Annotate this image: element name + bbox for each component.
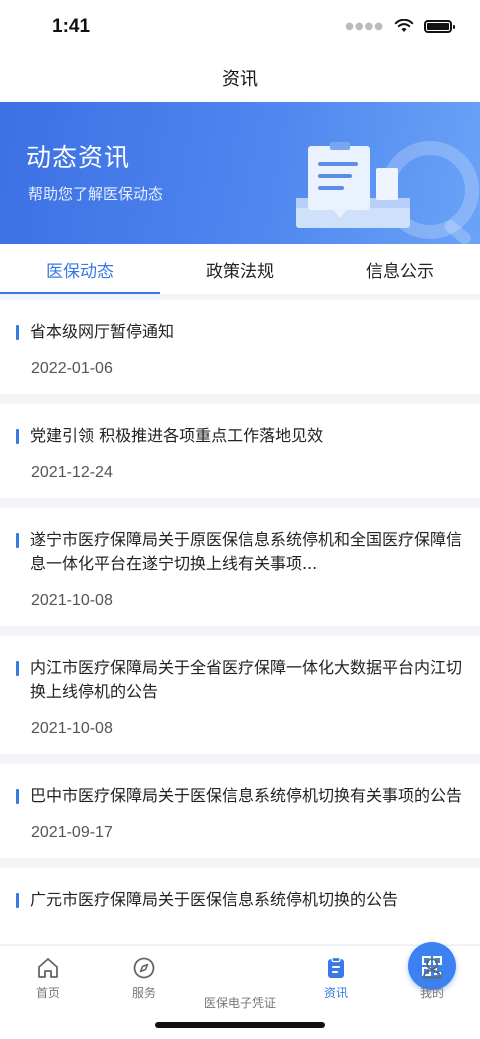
compass-icon (133, 957, 155, 979)
home-icon (38, 958, 58, 978)
tabbar-mine-label: 我的 (419, 986, 444, 1000)
status-time: 1:41 (52, 16, 91, 37)
news-title: 党建引领 积极推进各项重点工作落地见效 (16, 424, 464, 448)
tabbar-home-label: 首页 (35, 986, 60, 1000)
home-indicator (155, 1022, 325, 1028)
tabbar-mine[interactable]: 我的 (384, 956, 480, 1001)
news-date (16, 912, 464, 944)
document-icon (328, 956, 344, 978)
tabbar-news-label: 资讯 (323, 986, 348, 1000)
news-item[interactable]: 广元市医疗保障局关于医保信息系统停机切换的公告 (0, 868, 480, 944)
news-title: 遂宁市医疗保障局关于原医保信息系统停机和全国医疗保障信息一体化平台在遂宁切换上线… (16, 528, 464, 576)
category-tabs: 医保动态 政策法规 信息公示 (0, 244, 480, 294)
wifi-icon (394, 19, 414, 32)
status-icons: ●●●● (345, 19, 455, 33)
banner-subtitle: 帮助您了解医保动态 (28, 185, 164, 203)
news-item[interactable]: 省本级网厅暂停通知 2022-01-06 (0, 300, 480, 394)
news-item[interactable]: 党建引领 积极推进各项重点工作落地见效 2021-12-24 (0, 404, 480, 498)
signal-icon: ●●●● (345, 20, 384, 32)
news-date: 2021-12-24 (31, 464, 113, 481)
news-item[interactable]: 巴中市医疗保障局关于医保信息系统停机切换有关事项的公告 2021-09-17 (0, 764, 480, 858)
nav-bar: 资讯 (0, 54, 480, 102)
news-date: 2021-10-08 (31, 720, 113, 737)
banner-title: 动态资讯 (26, 143, 131, 172)
news-title: 省本级网厅暂停通知 (16, 320, 464, 344)
news-item[interactable]: 遂宁市医疗保障局关于原医保信息系统停机和全国医疗保障信息一体化平台在遂宁切换上线… (0, 508, 480, 626)
battery-icon (424, 19, 455, 33)
tab-public-info[interactable]: 信息公示 (320, 244, 480, 294)
page-title: 资讯 (222, 69, 258, 90)
tabbar-ecard[interactable]: 医保电子凭证 (192, 942, 456, 1011)
user-icon (422, 958, 442, 979)
news-title: 巴中市医疗保障局关于医保信息系统停机切换有关事项的公告 (16, 784, 464, 808)
news-title: 内江市医疗保障局关于全省医疗保障一体化大数据平台内江切换上线停机的公告 (16, 656, 464, 704)
banner: 动态资讯 帮助您了解医保动态 (0, 102, 480, 244)
tabbar-home[interactable]: 首页 (0, 956, 96, 1001)
news-title: 广元市医疗保障局关于医保信息系统停机切换的公告 (16, 888, 464, 912)
news-list: 省本级网厅暂停通知 2022-01-06 党建引领 积极推进各项重点工作落地见效… (0, 300, 480, 945)
news-date: 2021-09-17 (31, 824, 113, 841)
tab-policies[interactable]: 政策法规 (160, 244, 320, 294)
tabbar-news[interactable]: 资讯 (288, 956, 384, 1001)
news-date: 2022-01-06 (31, 360, 113, 377)
status-bar: 1:41 ●●●● (0, 0, 480, 54)
news-illustration-icon (296, 141, 479, 244)
tab-medical-news[interactable]: 医保动态 (0, 244, 160, 294)
tabbar-ecard-label: 医保电子凭证 (203, 996, 276, 1010)
tabbar-service[interactable]: 服务 (96, 956, 192, 1001)
news-date: 2021-10-08 (31, 592, 113, 609)
tabbar-service-label: 服务 (131, 986, 156, 1000)
news-item[interactable]: 内江市医疗保障局关于全省医疗保障一体化大数据平台内江切换上线停机的公告 2021… (0, 636, 480, 754)
